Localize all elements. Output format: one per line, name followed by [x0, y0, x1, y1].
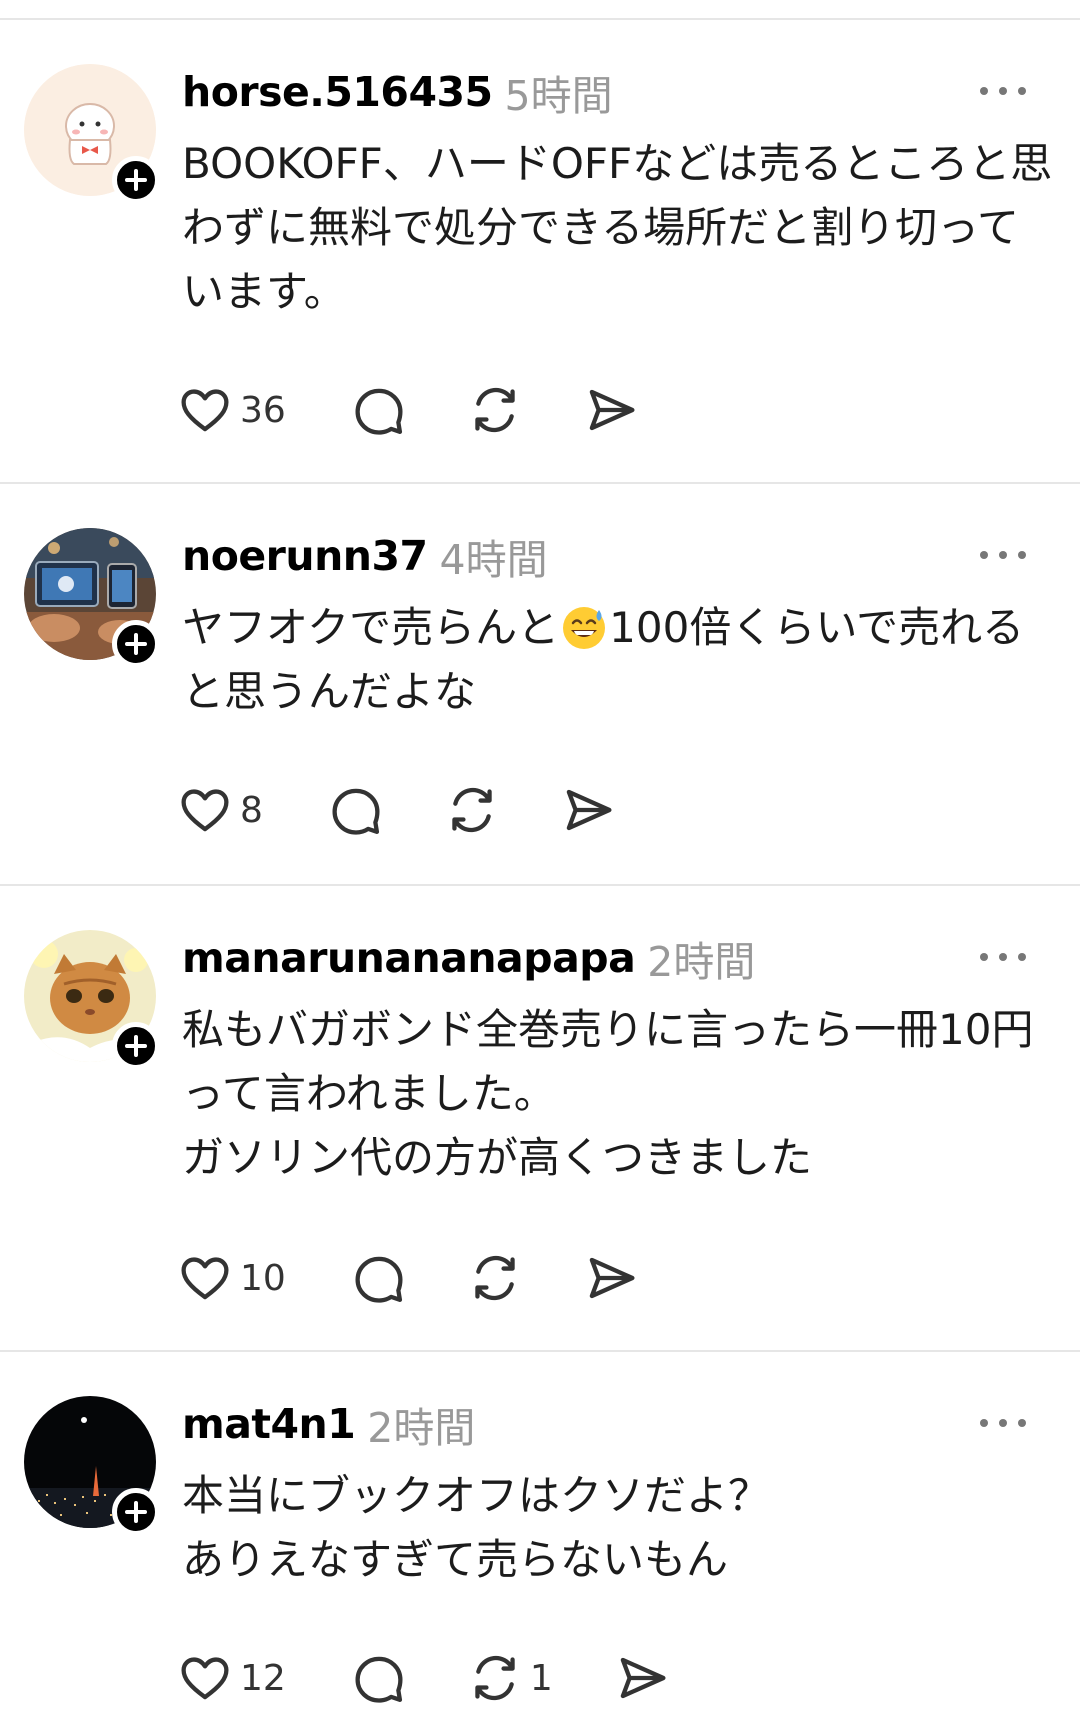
- username[interactable]: mat4n1: [182, 1400, 356, 1448]
- username[interactable]: horse.516435: [182, 68, 493, 116]
- username[interactable]: noerunn37: [182, 532, 428, 580]
- username[interactable]: manarunananapapa: [182, 934, 636, 982]
- reply-button[interactable]: [352, 1248, 406, 1308]
- post-text: BOOKOFF、ハードOFFなどは売るところと思わずに無料で処分できる場所だと割…: [182, 139, 1053, 316]
- like-count: 8: [240, 789, 263, 831]
- like-button[interactable]: 36: [178, 380, 286, 440]
- plus-icon: [125, 1035, 147, 1057]
- send-icon: [589, 1257, 635, 1299]
- like-count: 10: [240, 1257, 286, 1299]
- like-button[interactable]: 8: [178, 780, 263, 840]
- share-button[interactable]: [584, 1248, 638, 1308]
- plus-icon: [125, 169, 147, 191]
- action-bar: 8: [178, 780, 615, 840]
- more-icon[interactable]: [980, 1408, 1026, 1438]
- post-header: manarunananapapa 2時間: [182, 928, 755, 988]
- more-icon[interactable]: [980, 942, 1026, 972]
- repost-icon: [475, 1255, 515, 1301]
- like-count: 36: [240, 389, 286, 431]
- repost-button[interactable]: [468, 1248, 522, 1308]
- post-header: horse.516435 5時間: [182, 62, 613, 122]
- like-button[interactable]: 12: [178, 1648, 286, 1708]
- comment-icon: [355, 1656, 403, 1703]
- share-button[interactable]: [561, 780, 615, 840]
- send-icon: [589, 389, 635, 431]
- action-bar: 36: [178, 380, 638, 440]
- heart-icon: [181, 1257, 229, 1300]
- follow-button[interactable]: [112, 156, 160, 204]
- like-count: 12: [240, 1657, 286, 1699]
- heart-icon: [181, 1657, 229, 1700]
- comment-icon: [355, 1256, 403, 1303]
- action-bar: 10: [178, 1248, 638, 1308]
- repost-count: 1: [529, 1657, 553, 1699]
- send-icon: [566, 789, 612, 831]
- grinning-sweat-emoji-icon: [563, 607, 606, 649]
- follow-button[interactable]: [112, 1022, 160, 1070]
- repost-button[interactable]: [445, 780, 499, 840]
- more-icon[interactable]: [980, 540, 1026, 570]
- post-header: noerunn37 4時間: [182, 526, 548, 586]
- repost-button[interactable]: [468, 380, 522, 440]
- plus-icon: [125, 633, 147, 655]
- share-button[interactable]: [615, 1648, 669, 1708]
- timestamp: 5時間: [504, 72, 613, 120]
- post-text: 本当にブックオフはクソだよ？ ありえなすぎて売らないもん: [182, 1471, 771, 1584]
- like-button[interactable]: 10: [178, 1248, 286, 1308]
- follow-button[interactable]: [112, 1488, 160, 1536]
- timestamp: 2時間: [647, 938, 756, 986]
- action-bar: 12 1: [178, 1648, 669, 1708]
- repost-button[interactable]: 1: [468, 1648, 553, 1708]
- plus-icon: [125, 1501, 147, 1523]
- more-icon[interactable]: [980, 76, 1026, 106]
- share-button[interactable]: [584, 380, 638, 440]
- repost-icon: [475, 1655, 515, 1701]
- timestamp: 4時間: [439, 536, 548, 584]
- post-text: 私もバガボンド全巻売りに言ったら一冊10円って言われました。 ガソリン代の方が高…: [182, 1005, 1034, 1182]
- top-divider: [0, 0, 1080, 20]
- timestamp: 2時間: [367, 1404, 476, 1452]
- reply-button[interactable]: [352, 380, 406, 440]
- repost-icon: [452, 787, 492, 833]
- heart-icon: [181, 789, 229, 832]
- follow-button[interactable]: [112, 620, 160, 668]
- post-text-part: ヤフオクで売らんと: [182, 603, 560, 652]
- comment-icon: [332, 788, 380, 835]
- repost-icon: [475, 387, 515, 433]
- reply-post: horse.516435 5時間 BOOKOFF、ハードOFFなどは売るところと…: [0, 20, 1080, 484]
- reply-post: noerunn37 4時間 ヤフオクで売らんと 100倍くらいで売れると思うんだよ…: [0, 484, 1080, 886]
- post-header: mat4n1 2時間: [182, 1394, 475, 1454]
- reply-post: mat4n1 2時間 本当にブックオフはクソだよ？ ありえなすぎて売らないもん …: [0, 1352, 1080, 1720]
- comment-icon: [355, 388, 403, 435]
- reply-button[interactable]: [352, 1648, 406, 1708]
- send-icon: [620, 1657, 666, 1699]
- reply-post: manarunananapapa 2時間 私もバガボンド全巻売りに言ったら一冊1…: [0, 886, 1080, 1352]
- reply-button[interactable]: [329, 780, 383, 840]
- post-text: ヤフオクで売らんと 100倍くらいで売れると思うんだよな: [182, 596, 1054, 724]
- heart-icon: [181, 389, 229, 432]
